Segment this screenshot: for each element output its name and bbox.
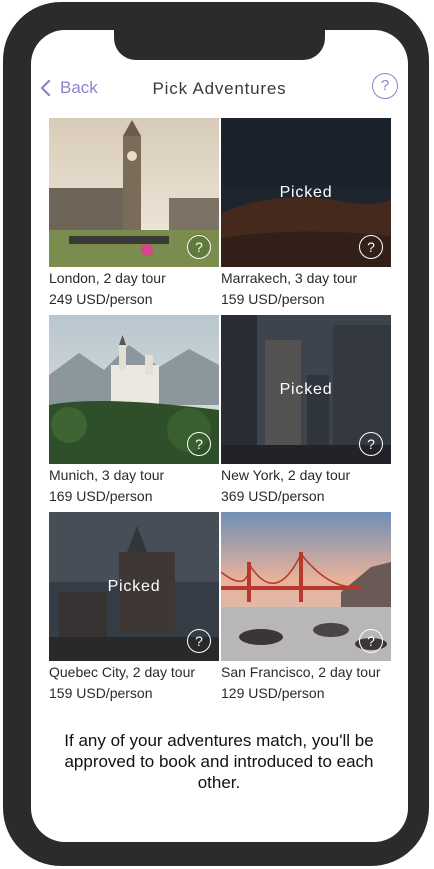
- tour-card-quebec-city[interactable]: Picked ? Quebec City, 2 day tour 159 USD…: [49, 512, 219, 703]
- tour-price: 249 USD/person: [49, 291, 153, 307]
- help-icon[interactable]: ?: [187, 432, 211, 456]
- tour-name: Quebec City, 2 day tour: [49, 664, 196, 680]
- tour-name: Marrakech, 3 day tour: [221, 270, 358, 286]
- help-icon[interactable]: ?: [187, 629, 211, 653]
- phone-frame: Back Pick Adventures ? ? London, 2 day t…: [3, 2, 429, 866]
- tour-photo: ?: [49, 315, 219, 464]
- tour-photo: ?: [221, 512, 391, 661]
- picked-label: Picked: [279, 184, 333, 201]
- phone-notch: [114, 30, 325, 60]
- tour-photo: Picked ?: [221, 118, 391, 267]
- picked-label: Picked: [279, 381, 333, 398]
- tour-price: 159 USD/person: [49, 685, 153, 701]
- tour-price: 129 USD/person: [221, 685, 325, 701]
- tour-price: 159 USD/person: [221, 291, 325, 307]
- help-icon[interactable]: ?: [359, 629, 383, 653]
- tour-card-munich[interactable]: ? Munich, 3 day tour 169 USD/person: [49, 315, 219, 506]
- app-screen: Back Pick Adventures ? ? London, 2 day t…: [31, 30, 408, 842]
- help-icon[interactable]: ?: [359, 235, 383, 259]
- matching-info-text: If any of your adventures match, you'll …: [64, 731, 374, 792]
- tour-card-marrakech[interactable]: Picked ? Marrakech, 3 day tour 159 USD/p…: [221, 118, 391, 309]
- help-icon[interactable]: ?: [372, 73, 398, 99]
- page-title: Pick Adventures: [152, 79, 287, 98]
- tour-name: New York, 2 day tour: [221, 467, 351, 483]
- tour-name: London, 2 day tour: [49, 270, 166, 286]
- tour-card-london[interactable]: ? London, 2 day tour 249 USD/person: [49, 118, 219, 309]
- tour-photo: Picked ?: [49, 512, 219, 661]
- tour-name: San Francisco, 2 day tour: [221, 664, 381, 680]
- tour-photo: Picked ?: [221, 315, 391, 464]
- navigation-bar: Back Pick Adventures ?: [31, 70, 408, 110]
- tour-card-san-francisco[interactable]: ? San Francisco, 2 day tour 129 USD/pers…: [221, 512, 391, 703]
- tour-photo: ?: [49, 118, 219, 267]
- tour-name: Munich, 3 day tour: [49, 467, 165, 483]
- tour-price: 169 USD/person: [49, 488, 153, 504]
- tour-card-new-york[interactable]: Picked ? New York, 2 day tour 369 USD/pe…: [221, 315, 391, 506]
- picked-label: Picked: [107, 578, 161, 595]
- help-icon[interactable]: ?: [359, 432, 383, 456]
- help-icon[interactable]: ?: [187, 235, 211, 259]
- tour-price: 369 USD/person: [221, 488, 325, 504]
